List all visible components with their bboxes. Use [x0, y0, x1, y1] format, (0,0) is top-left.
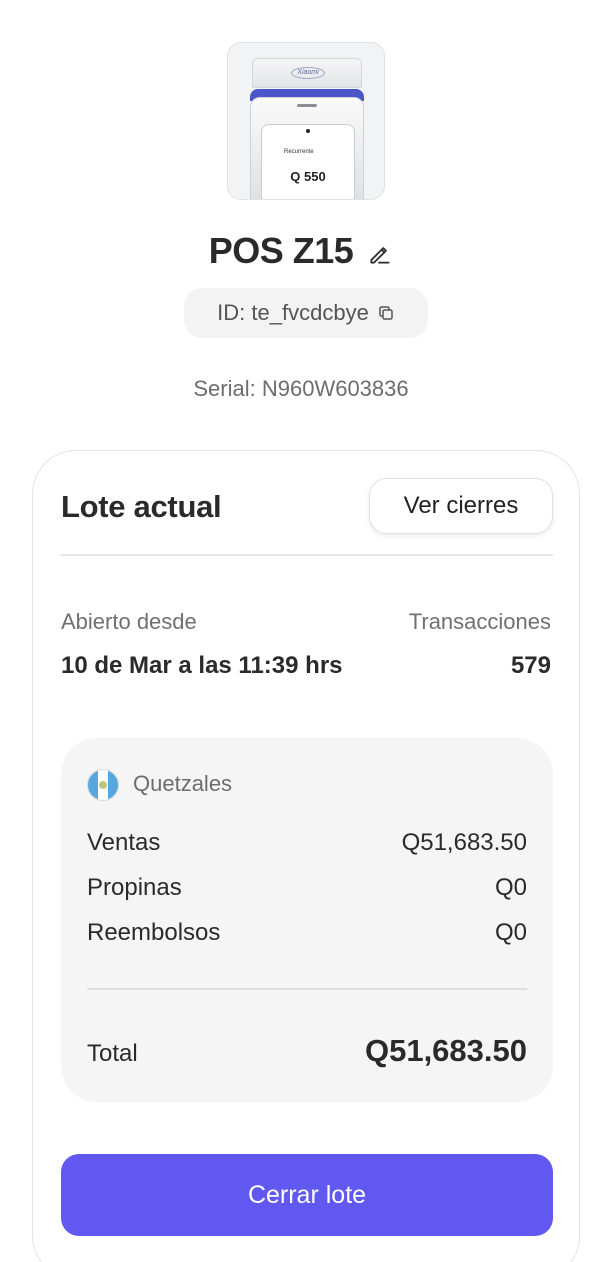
device-screen-amount: Q 550	[290, 169, 326, 184]
current-batch-card: Lote actual Ver cierres Abierto desde Tr…	[32, 450, 580, 1262]
transactions-label: Transacciones	[408, 609, 551, 634]
card-divider	[61, 554, 553, 556]
currency-summary-panel: Quetzales Ventas Q51,683.50 Propinas Q0 …	[61, 738, 553, 1102]
device-name: POS Z15	[208, 230, 354, 271]
tips-label: Propinas	[87, 874, 182, 901]
sales-label: Ventas	[87, 829, 161, 856]
edit-pencil-icon[interactable]	[367, 241, 393, 267]
copy-icon[interactable]	[377, 304, 395, 322]
sales-value: Q51,683.50	[401, 829, 527, 856]
device-id-pill[interactable]: ID: te_fvcdcbye	[184, 288, 428, 338]
device-title-row: POS Z15	[0, 226, 602, 276]
view-closures-button[interactable]: Ver cierres	[369, 478, 553, 534]
close-batch-button[interactable]: Cerrar lote	[61, 1154, 553, 1236]
transactions-value: 579	[510, 652, 551, 679]
batch-title: Lote actual	[61, 489, 222, 524]
tips-value: Q0	[494, 874, 527, 901]
opened-since-label: Abierto desde	[61, 609, 197, 634]
pos-device-page: Xiaomi Recurrente Q 550 POS Z15 ID: te_f…	[0, 0, 602, 1262]
device-screen-label: Recurrente	[284, 149, 314, 155]
refunds-label: Reembolsos	[87, 919, 221, 946]
total-label: Total	[87, 1040, 138, 1067]
refunds-value: Q0	[494, 919, 527, 946]
summary-divider	[87, 988, 527, 990]
device-screen: Recurrente Q 550	[261, 124, 355, 199]
currency-name: Quetzales	[133, 771, 233, 796]
device-id-text: ID: te_fvcdcbye	[217, 300, 369, 325]
device-brand-logo: Xiaomi	[291, 67, 325, 79]
pos-device-image: Xiaomi Recurrente Q 550	[227, 42, 385, 200]
opened-since-value: 10 de Mar a las 11:39 hrs	[61, 652, 343, 679]
device-serial: Serial: N960W603836	[193, 376, 409, 401]
guatemala-flag-icon	[87, 769, 119, 801]
total-value: Q51,683.50	[364, 1033, 527, 1068]
